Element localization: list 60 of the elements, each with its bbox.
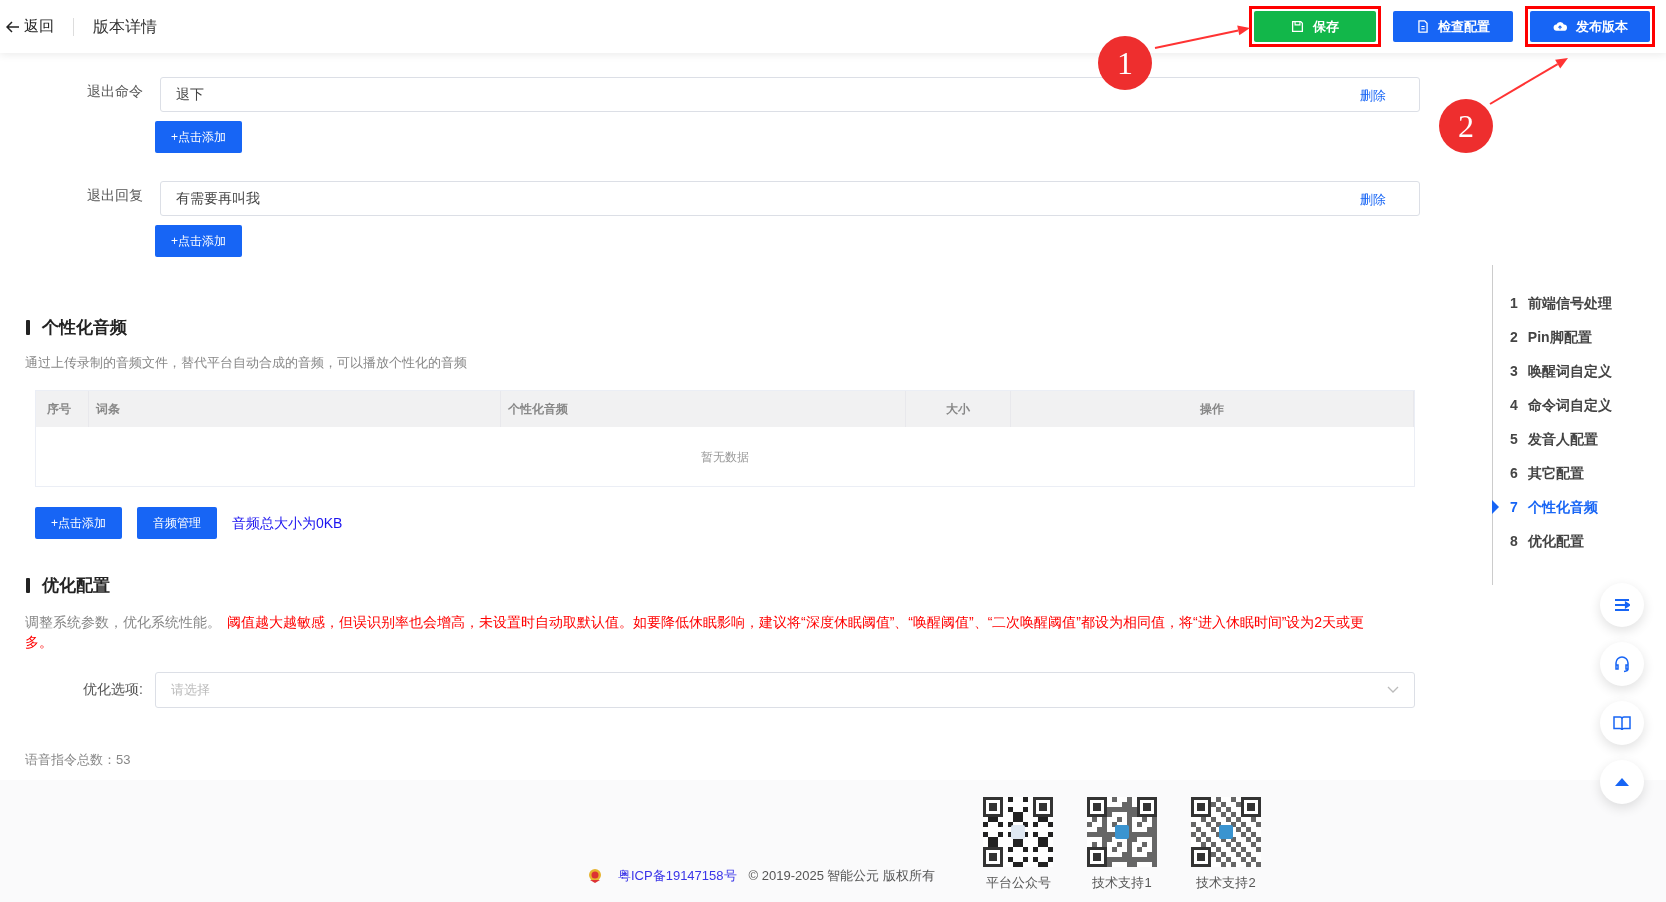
annotation-marker: 2	[1439, 99, 1493, 153]
qr-code-label: 技术支持2	[1196, 873, 1256, 892]
nav-item[interactable]: 7 个性化音频	[1493, 496, 1652, 518]
nav-item[interactable]: 8 优化配置	[1493, 530, 1652, 552]
column-header: 操作	[1011, 391, 1414, 427]
nav-item[interactable]: 2 Pin脚配置	[1493, 326, 1652, 348]
qr-code-label: 技术支持1	[1092, 873, 1152, 892]
check-button[interactable]: 检查配置	[1393, 11, 1513, 42]
section-title: 个性化音频	[42, 317, 127, 339]
delete-link[interactable]: 删除	[1360, 190, 1386, 210]
column-header: 大小	[906, 391, 1011, 427]
list-button[interactable]	[1600, 583, 1644, 627]
audio-manage-button[interactable]: 音频管理	[137, 507, 217, 539]
book-icon	[1613, 715, 1631, 731]
active-marker-icon	[1492, 500, 1499, 514]
headset-icon	[1613, 655, 1631, 673]
qr-code	[1087, 796, 1158, 867]
section-description: 通过上传录制的音频文件，替代平台自动合成的音频，可以播放个性化的音频	[24, 353, 468, 372]
add-button[interactable]: +点击添加	[35, 507, 122, 539]
column-header: 个性化音频	[501, 391, 906, 427]
list-icon	[1614, 598, 1630, 612]
support-button[interactable]	[1600, 642, 1644, 686]
add-button[interactable]: +点击添加	[155, 121, 242, 153]
command-total-text: 语音指令总数：53	[24, 750, 132, 769]
nav-item[interactable]: 1 前端信号处理	[1493, 292, 1652, 314]
save-icon	[1291, 20, 1304, 33]
back-link[interactable]: 返回	[6, 15, 54, 38]
total-size-text: 音频总大小为0KB	[232, 513, 343, 533]
qr-code-label: 平台公众号	[985, 873, 1051, 892]
heading-bar	[26, 320, 30, 336]
qr-code	[1191, 796, 1262, 867]
field-label: 优化选项:	[82, 680, 143, 699]
delete-link[interactable]: 删除	[1360, 86, 1386, 106]
heading-bar	[26, 578, 30, 594]
cloud-upload-icon	[1552, 21, 1567, 32]
page-title: 版本详情	[93, 16, 157, 37]
nav-item[interactable]: 5 发音人配置	[1493, 428, 1652, 450]
column-header: 序号	[36, 391, 89, 427]
icp-link[interactable]: 粤ICP备19147158号	[618, 865, 737, 885]
back-to-top-button[interactable]	[1600, 760, 1644, 804]
nav-item[interactable]: 3 唤醒词自定义	[1493, 360, 1652, 382]
qr-code	[983, 796, 1054, 867]
caret-up-icon	[1615, 778, 1629, 786]
chevron-down-icon	[1387, 685, 1399, 694]
add-button[interactable]: +点击添加	[155, 225, 242, 257]
nav-item[interactable]: 6 其它配置	[1493, 462, 1652, 484]
book-button[interactable]	[1600, 701, 1644, 745]
document-icon	[1416, 20, 1429, 33]
copyright-text: © 2019-2025 智能公元 版权所有	[748, 866, 936, 885]
field-label: 退出命令	[86, 82, 143, 101]
section-title: 优化配置	[42, 575, 110, 597]
publish-button[interactable]: 发布版本	[1530, 11, 1650, 42]
section-description: 调整系统参数，优化系统性能。 阈值越大越敏感，但误识别率也会增高，未设置时自动取默认值。如要降低休眠影响，建议将“深度休眠阈值”、“唤醒阈值”、“二次唤醒阈值”都设为相同值，将“进入休眠时间”设为2天或更多。	[24, 612, 1366, 652]
field-label: 退出回复	[86, 186, 143, 205]
column-header: 词条	[89, 391, 501, 427]
emblem-icon	[588, 867, 602, 883]
empty-state-text: 暂无数据	[700, 448, 750, 466]
arrow-left-icon	[6, 20, 20, 33]
annotation-marker: 1	[1098, 36, 1152, 90]
nav-item[interactable]: 4 命令词自定义	[1493, 394, 1652, 416]
